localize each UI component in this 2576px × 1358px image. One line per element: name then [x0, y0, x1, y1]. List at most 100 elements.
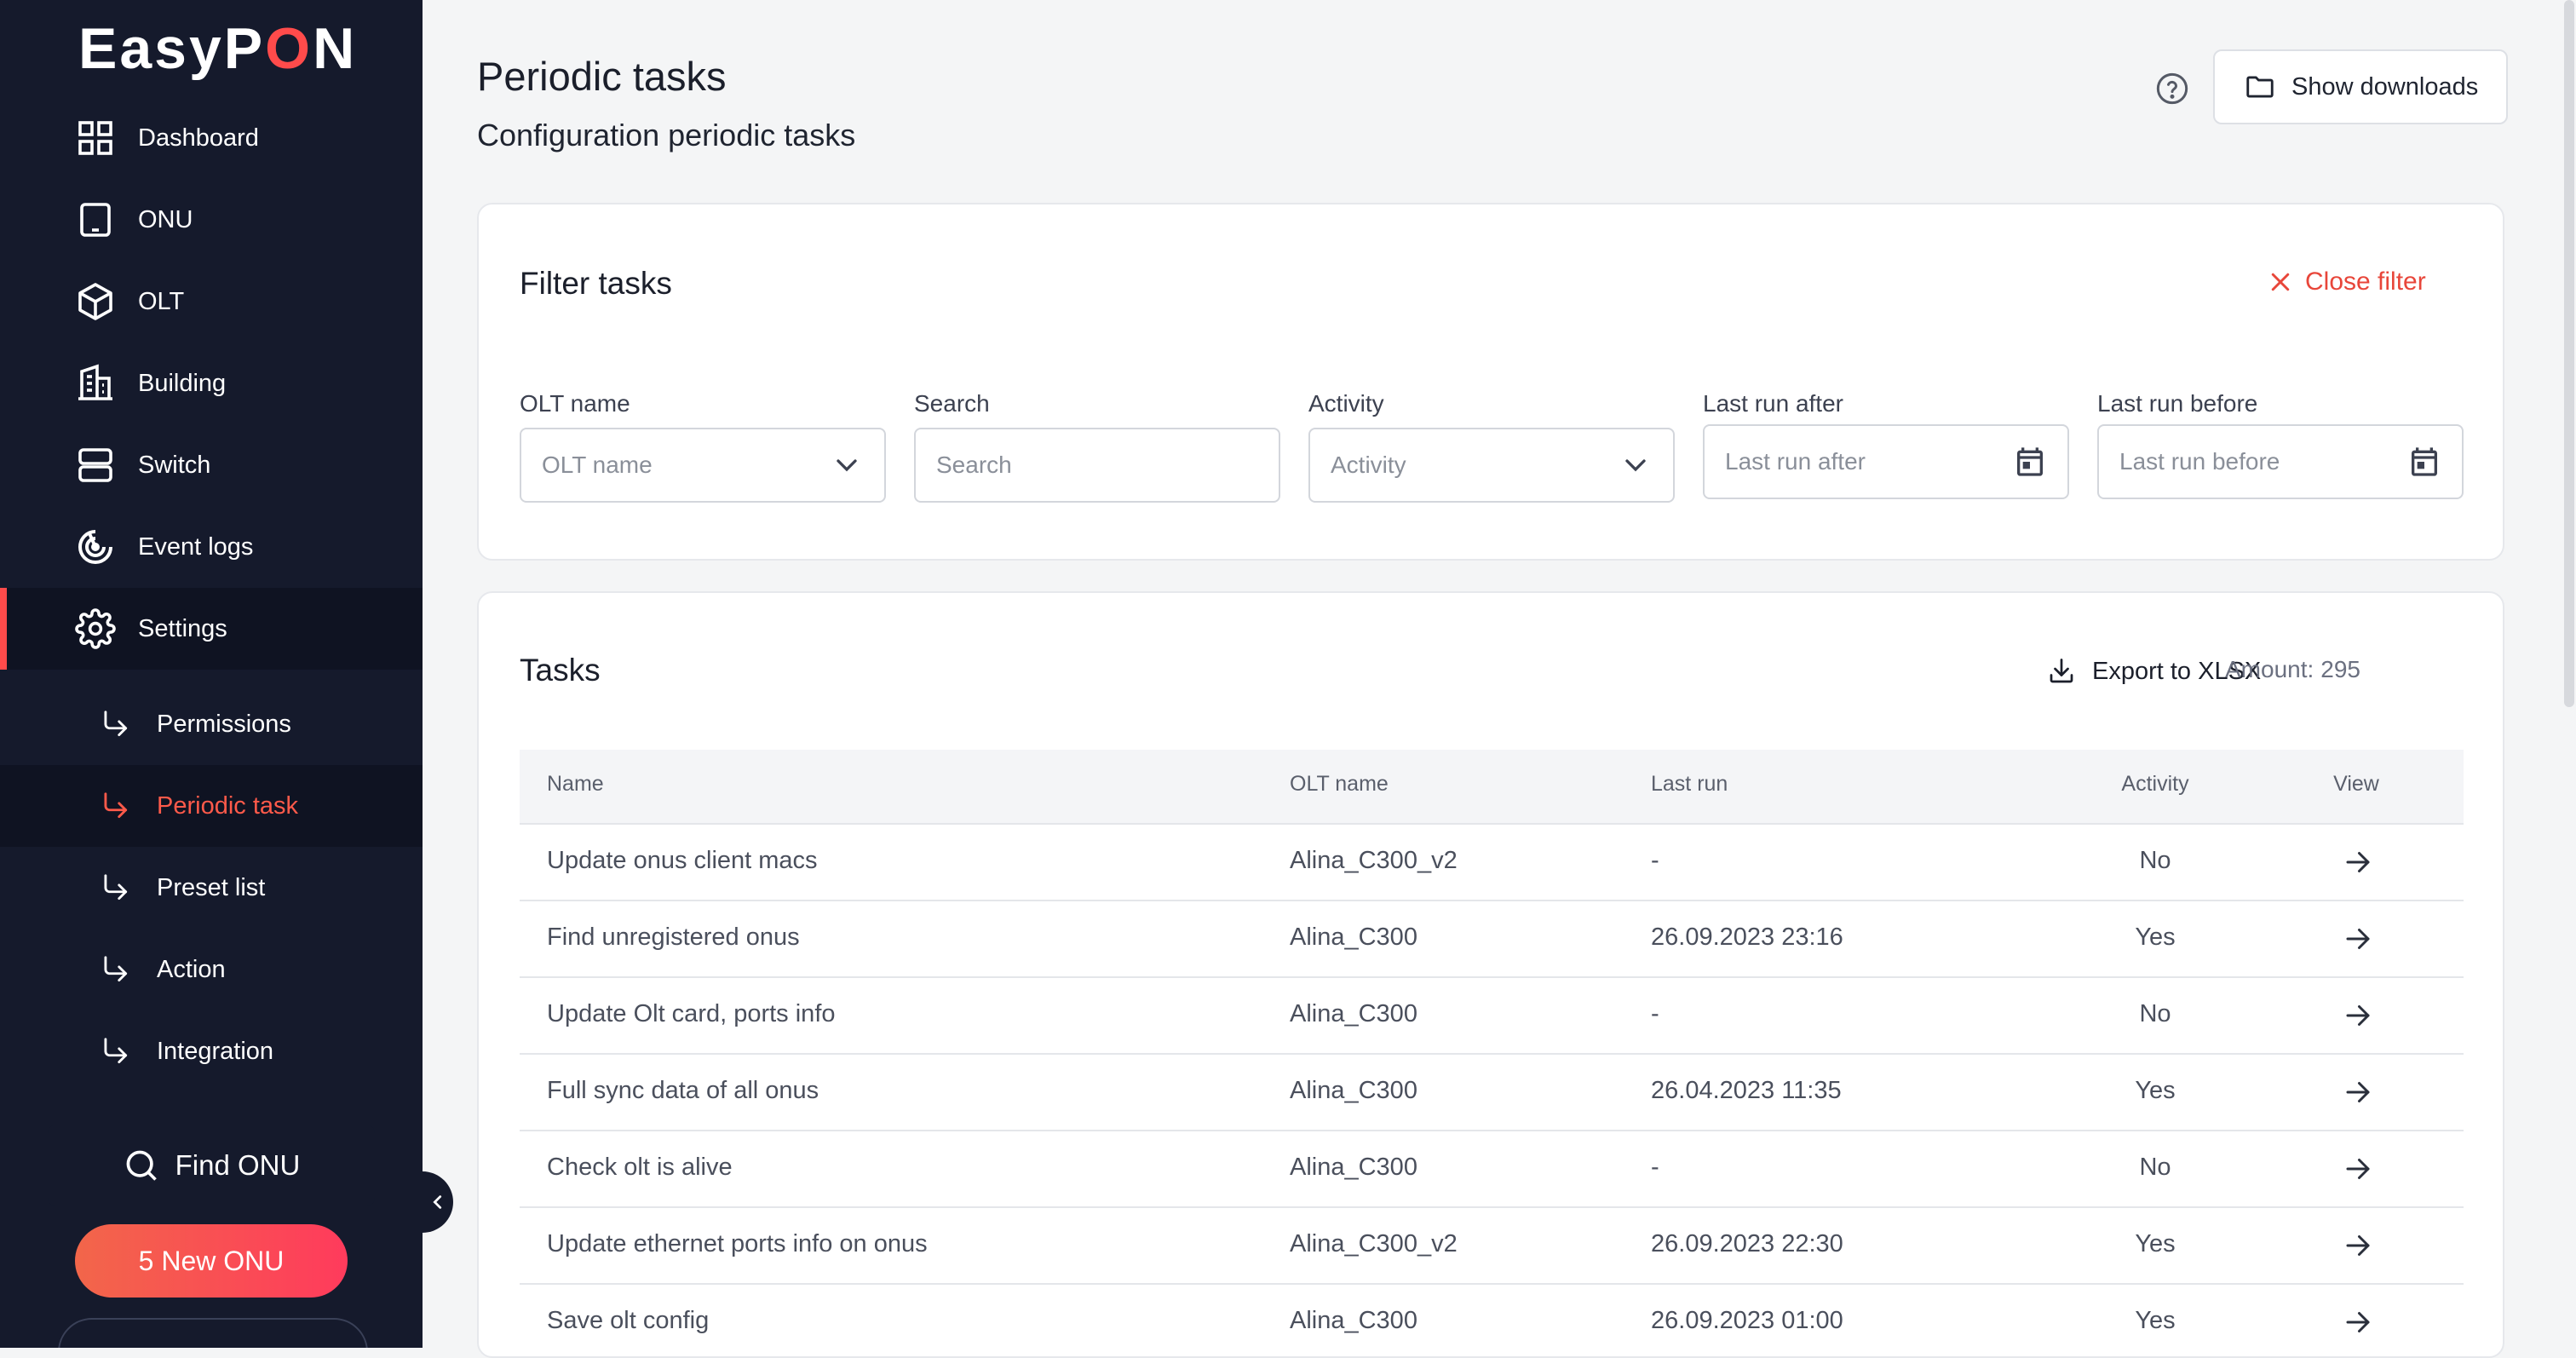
- arrow-right-icon[interactable]: [2343, 1307, 2373, 1338]
- sidebar-item-olt[interactable]: OLT: [0, 261, 423, 342]
- task-olt-name: Alina_C300: [1290, 1077, 1417, 1104]
- logo-text-end: N: [313, 16, 358, 81]
- close-filter-button[interactable]: Close filter: [2268, 268, 2426, 296]
- calendar-icon[interactable]: [2013, 445, 2047, 479]
- last-run-before-input[interactable]: Last run before: [2097, 424, 2464, 499]
- find-onu-button[interactable]: Find ONU: [48, 1125, 375, 1206]
- amount-label: Amount:: [2225, 656, 2314, 682]
- column-header-olt-name[interactable]: OLT name: [1290, 772, 1389, 797]
- calendar-icon[interactable]: [2407, 445, 2441, 479]
- sidebar-subitem-action[interactable]: Action: [0, 929, 423, 1010]
- table-row[interactable]: Save olt config Alina_C300 26.09.2023 01:0…: [520, 1285, 2464, 1356]
- sidebar-subitem-integration[interactable]: Integration: [0, 1010, 423, 1092]
- task-name: Save olt config: [547, 1307, 710, 1334]
- table-row[interactable]: Update ethernet ports info on onus Alina_…: [520, 1208, 2464, 1285]
- building-icon: [78, 364, 112, 400]
- sidebar: EasyPON Dashboard ONU OLT Building Switc…: [0, 0, 423, 1348]
- last-run-before-label: Last run before: [2097, 390, 2258, 417]
- arrow-right-icon[interactable]: [2343, 1000, 2373, 1031]
- sidebar-item-onu[interactable]: ONU: [0, 179, 423, 261]
- sidebar-item-building[interactable]: Building: [0, 342, 423, 424]
- sidebar-item-label: Settings: [138, 614, 227, 642]
- task-activity: Yes: [2135, 1307, 2176, 1334]
- logo-o-mark: O: [265, 16, 313, 81]
- table-body: Update onus client macs Alina_C300_v2 - No F…: [520, 825, 2464, 1356]
- task-last-run: 26.04.2023 11:35: [1651, 1077, 1842, 1104]
- new-onu-button[interactable]: 5 New ONU: [75, 1224, 348, 1298]
- sidebar-subitem-label: Action: [157, 955, 226, 983]
- task-olt-name: Alina_C300: [1290, 1307, 1417, 1334]
- table-row[interactable]: Find unregistered onus Alina_C300 26.09.20…: [520, 901, 2464, 978]
- search-placeholder: Search: [936, 452, 1012, 478]
- sidebar-subitem-label: Permissions: [157, 710, 291, 738]
- table-row[interactable]: Full sync data of all onus Alina_C300 26.0…: [520, 1055, 2464, 1131]
- arrow-right-icon[interactable]: [2343, 1154, 2373, 1184]
- activity-placeholder: Activity: [1331, 452, 1406, 478]
- olt-name-select[interactable]: OLT name: [520, 428, 886, 503]
- folder-icon: [2246, 76, 2274, 98]
- task-olt-name: Alina_C300: [1290, 924, 1417, 951]
- search-label: Search: [914, 390, 990, 417]
- page-scrollbar[interactable]: [2564, 0, 2574, 707]
- sidebar-item-label: Dashboard: [138, 124, 259, 152]
- task-activity: No: [2139, 847, 2171, 874]
- sidebar-item-label: OLT: [138, 287, 185, 315]
- sidebar-item-label: ONU: [138, 205, 193, 233]
- return-arrow-icon: [104, 874, 128, 901]
- table-row[interactable]: Update Olt card, ports info Alina_C300 - No: [520, 978, 2464, 1055]
- task-olt-name: Alina_C300: [1290, 1154, 1417, 1181]
- column-header-name[interactable]: Name: [547, 772, 604, 797]
- table-row[interactable]: Update onus client macs Alina_C300_v2 - No: [520, 825, 2464, 901]
- arrow-right-icon[interactable]: [2343, 1077, 2373, 1108]
- find-onu-label: Find ONU: [175, 1149, 301, 1181]
- sidebar-subitem-periodic-task[interactable]: Periodic task: [0, 765, 423, 847]
- cube-icon: [78, 283, 112, 320]
- sidebar-subitem-permissions[interactable]: Permissions: [0, 683, 423, 765]
- close-filter-label: Close filter: [2305, 268, 2426, 296]
- column-header-activity[interactable]: Activity: [2079, 772, 2232, 797]
- sidebar-item-label: Event logs: [138, 532, 254, 561]
- sidebar-item-event-logs[interactable]: Event logs: [0, 506, 423, 588]
- tablet-icon: [80, 203, 111, 237]
- arrow-right-icon[interactable]: [2343, 924, 2373, 954]
- show-downloads-button[interactable]: Show downloads: [2213, 49, 2508, 124]
- arrow-right-icon[interactable]: [2343, 847, 2373, 878]
- task-olt-name: Alina_C300_v2: [1290, 847, 1458, 874]
- task-name: Update Olt card, ports info: [547, 1000, 836, 1027]
- column-header-view: View: [2333, 772, 2379, 796]
- tasks-amount: Amount: 295: [2225, 656, 2360, 683]
- page-subtitle: Configuration periodic tasks: [477, 118, 856, 152]
- table-row[interactable]: Check olt is alive Alina_C300 - No: [520, 1131, 2464, 1208]
- task-activity: Yes: [2135, 924, 2176, 951]
- return-arrow-icon: [104, 711, 128, 737]
- sidebar-item-settings[interactable]: Settings: [0, 588, 423, 670]
- search-input[interactable]: Search: [914, 428, 1280, 503]
- tasks-panel: Tasks Export to XLSX Amount: 295 Name OLT…: [477, 591, 2504, 1358]
- return-arrow-icon: [104, 792, 128, 819]
- sidebar-item-dashboard[interactable]: Dashboard: [0, 97, 423, 179]
- filter-title: Filter tasks: [520, 266, 672, 301]
- last-run-after-placeholder: Last run after: [1725, 448, 1866, 475]
- return-arrow-icon: [104, 956, 128, 982]
- activity-select[interactable]: Activity: [1308, 428, 1675, 503]
- radar-icon: [78, 530, 112, 564]
- sidebar-subitem-preset-list[interactable]: Preset list: [0, 847, 423, 929]
- arrow-right-icon[interactable]: [2343, 1230, 2373, 1261]
- olt-name-filter: OLT name OLT name: [520, 390, 886, 503]
- main-content: Periodic tasks Configuration periodic ta…: [423, 0, 2576, 1358]
- task-name: Full sync data of all onus: [547, 1077, 819, 1104]
- chevron-down-icon: [837, 459, 857, 472]
- column-header-last-run[interactable]: Last run: [1651, 772, 1728, 797]
- last-run-after-input[interactable]: Last run after: [1703, 424, 2069, 499]
- user-menu[interactable]: [58, 1318, 368, 1348]
- help-icon[interactable]: [2155, 72, 2189, 106]
- return-arrow-icon: [104, 1038, 128, 1064]
- easypon-logo[interactable]: EasyPON: [78, 15, 357, 82]
- search-filter: Search Search: [914, 390, 1280, 503]
- sidebar-item-switch[interactable]: Switch: [0, 424, 423, 506]
- sidebar-item-label: Switch: [138, 451, 211, 479]
- task-activity: Yes: [2135, 1230, 2176, 1257]
- last-run-before-filter: Last run before Last run before: [2097, 390, 2464, 499]
- close-icon: [2271, 273, 2290, 291]
- task-olt-name: Alina_C300_v2: [1290, 1230, 1458, 1257]
